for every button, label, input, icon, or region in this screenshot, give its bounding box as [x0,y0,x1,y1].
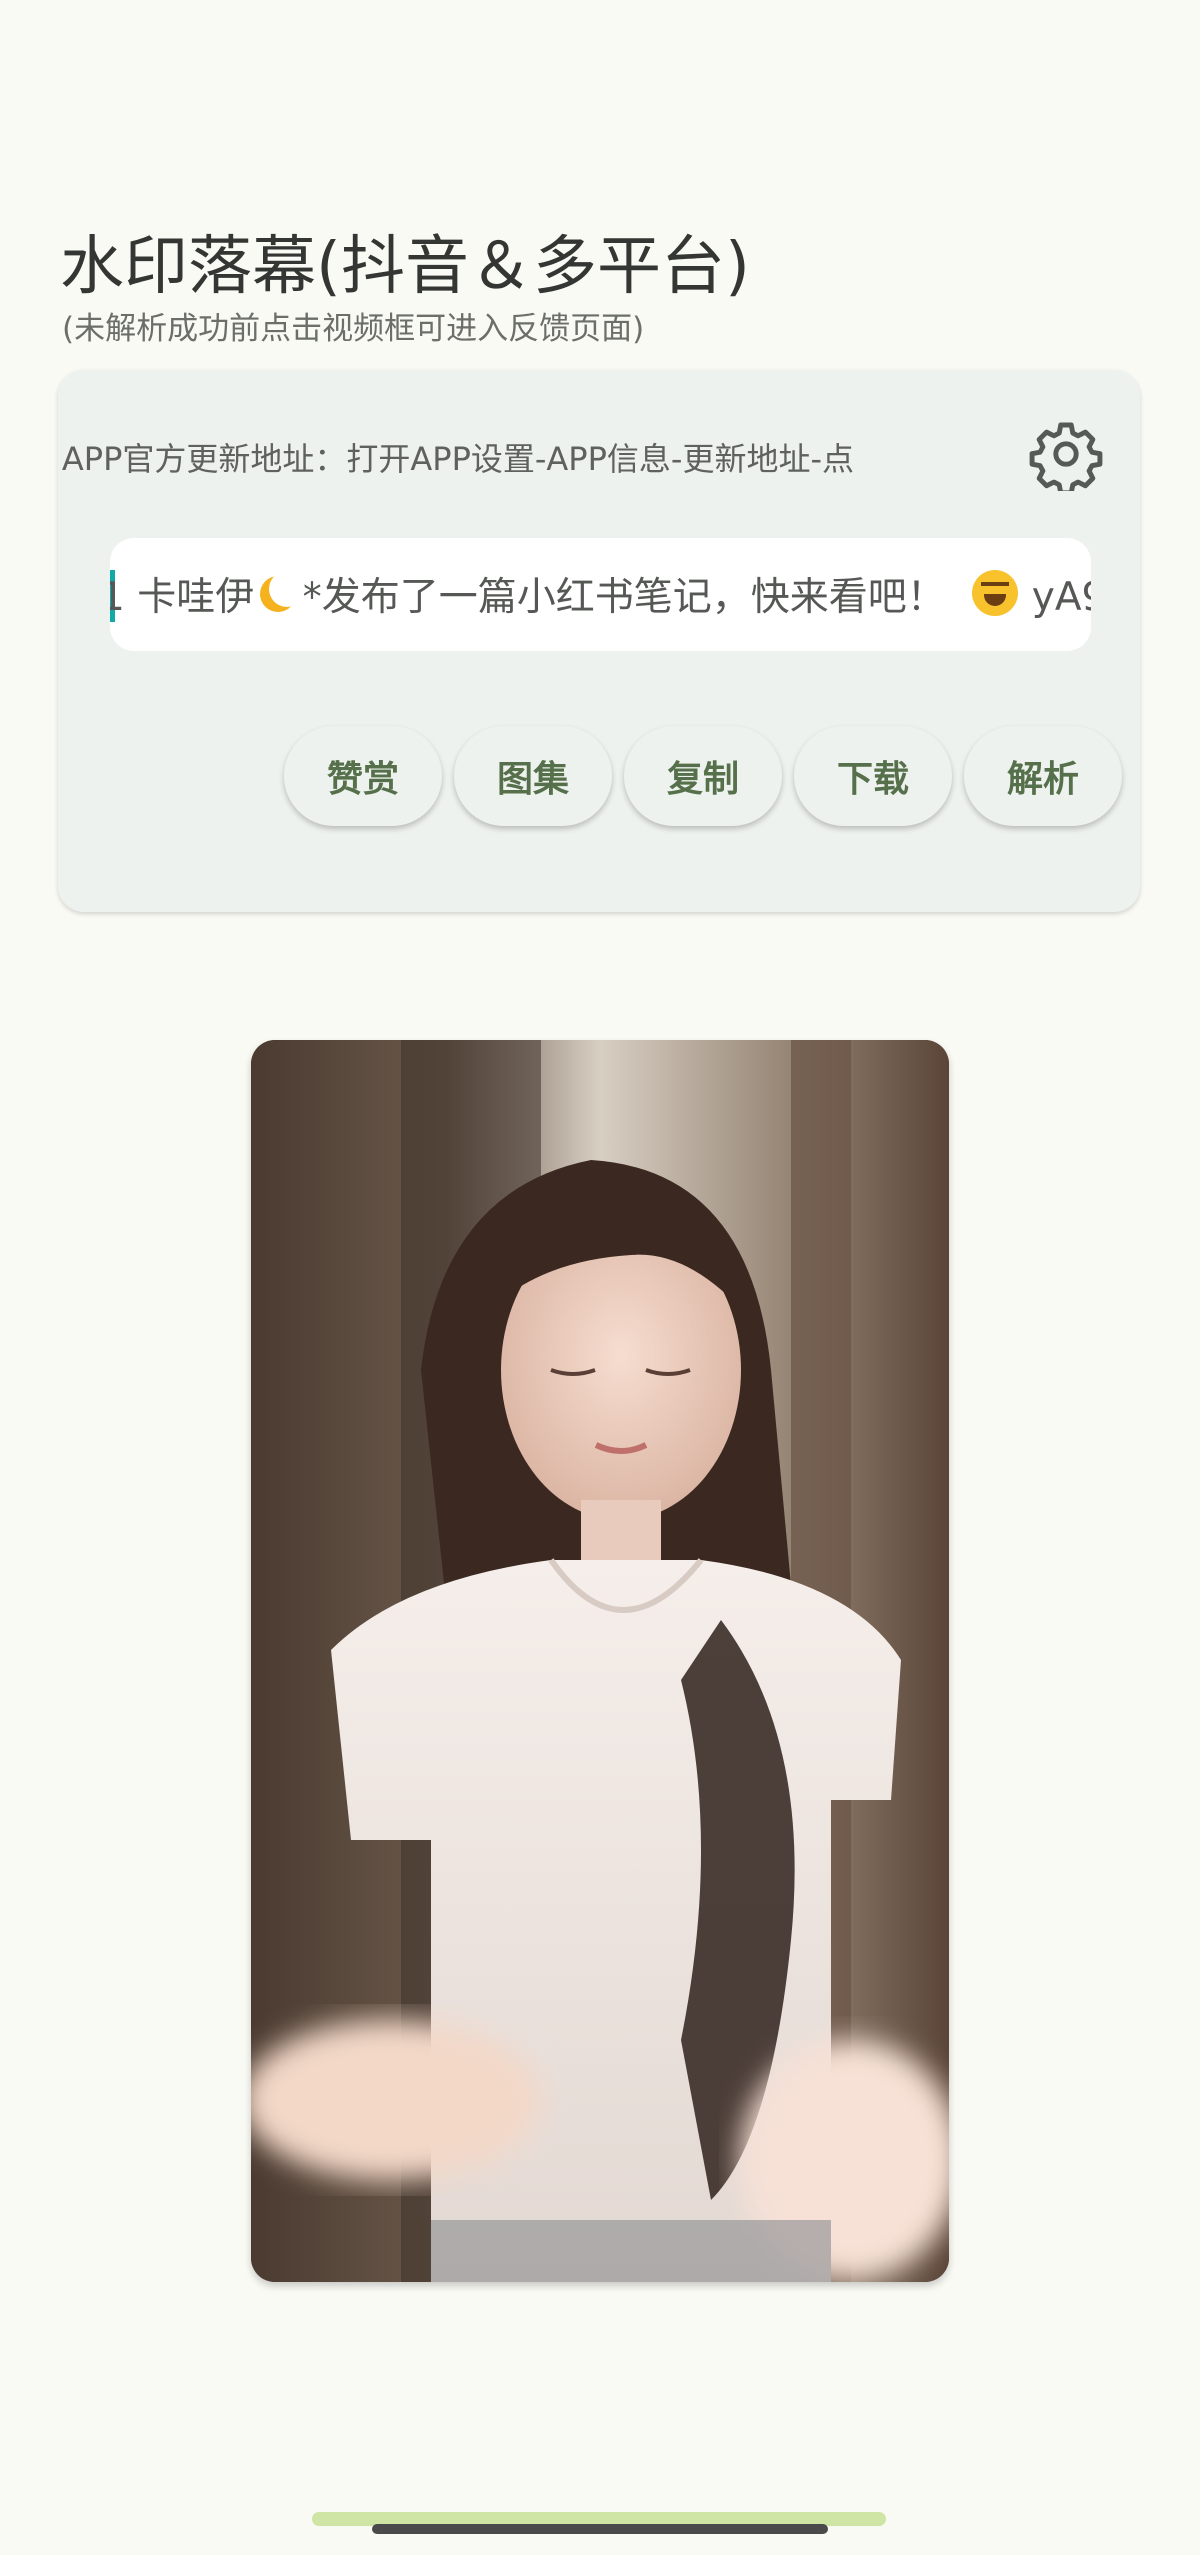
video-preview-frame[interactable] [251,1040,949,2282]
gallery-button[interactable]: 图集 [454,726,612,826]
copy-button[interactable]: 复制 [624,726,782,826]
update-notice-marquee: APP官方更新地址：打开APP设置-APP信息-更新地址-点 [58,432,854,482]
home-indicator-bar[interactable] [372,2524,828,2534]
page-subtitle: (未解析成功前点击视频框可进入反馈页面) [62,311,645,347]
gear-icon [1029,422,1103,491]
share-link-text: 1 卡哇伊 *发布了一篇小红书笔记，快来看吧！ yA9 [110,566,1091,622]
action-buttons: 赞赏 图集 复制 下载 解析 [284,726,1122,826]
input-text-middle: *发布了一篇小红书笔记，快来看吧！ [302,575,946,620]
page-title: 水印落幕(抖音＆多平台) [60,230,750,304]
app-screen: 水印落幕(抖音＆多平台) (未解析成功前点击视频框可进入反馈页面) APP官方更… [0,0,1200,2555]
video-preview-image [251,1040,949,2282]
crescent-moon-icon [256,571,306,616]
input-text-end: yA9 [1031,575,1091,620]
share-link-input[interactable]: 1 卡哇伊 *发布了一篇小红书笔记，快来看吧！ yA9 [110,538,1091,651]
input-text-start: 1 卡哇伊 [110,575,255,620]
parse-button[interactable]: 解析 [964,726,1122,826]
laughing-face-icon [971,570,1018,616]
update-notice-text: APP官方更新地址：打开APP设置-APP信息-更新地址-点 [61,440,854,478]
download-button[interactable]: 下载 [794,726,952,826]
settings-button[interactable] [1018,406,1114,502]
parse-card: APP官方更新地址：打开APP设置-APP信息-更新地址-点 1 卡哇伊 *发布了… [58,370,1140,912]
tip-button[interactable]: 赞赏 [284,726,442,826]
